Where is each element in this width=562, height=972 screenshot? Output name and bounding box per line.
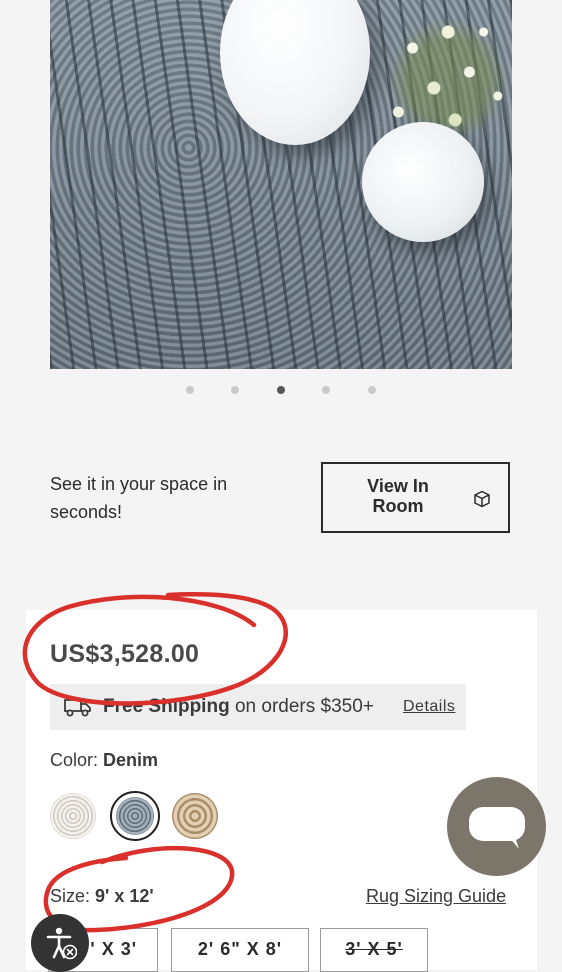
swatch-ivory-fill [50,793,96,839]
truck-icon [64,699,91,717]
shipping-details-link[interactable]: Details [403,698,455,716]
rug-sizing-guide-link[interactable]: Rug Sizing Guide [366,886,506,907]
white-vase-small [362,122,484,242]
product-price: US$3,528.00 [50,640,200,668]
cube-icon [474,490,490,508]
swatch-natural-fill [172,793,218,839]
carousel-dots [0,386,562,396]
product-image[interactable] [50,0,512,369]
chat-button[interactable] [447,777,546,876]
size-option-unavailable[interactable]: 3' X 5' [320,928,428,972]
carousel-dot[interactable] [368,386,376,394]
color-label: Color: [50,750,104,770]
carousel-dot[interactable] [231,386,239,394]
carousel-dot[interactable] [186,386,194,394]
product-options-card: US$3,528.00 Free Shipping on orders $350… [26,610,537,972]
carousel-dot[interactable] [322,386,330,394]
accessibility-button[interactable] [31,914,89,972]
color-value: Denim [103,750,159,770]
size-option[interactable]: 2' 6" X 8' [171,928,309,972]
shipping-rest-text: on orders $350+ [229,696,374,717]
white-vase-large [220,0,370,145]
swatch-natural[interactable] [172,793,218,839]
size-value: 9' x 12' [95,886,154,906]
carousel-dot-active[interactable] [277,386,285,394]
color-selection-label: Color: Denim [50,750,158,771]
accessibility-icon [46,927,77,960]
view-in-room-button[interactable]: View In Room [321,462,510,533]
chat-bubble-icon [469,807,525,849]
swatch-denim-fill [116,797,154,835]
swatch-denim-selected[interactable] [110,791,160,841]
size-selection-label: Size: 9' x 12' [50,886,154,907]
free-shipping-banner: Free Shipping on orders $350+ Details [50,684,466,730]
view-in-room-label: View In Room [367,476,429,516]
size-label: Size: [50,886,96,906]
shipping-bold-text: Free Shipping [103,696,230,717]
swatch-ivory[interactable] [50,793,96,839]
shipping-text: Free Shipping on orders $350+ [103,696,374,718]
view-in-room-prompt: See it in your space in seconds! [50,474,228,522]
